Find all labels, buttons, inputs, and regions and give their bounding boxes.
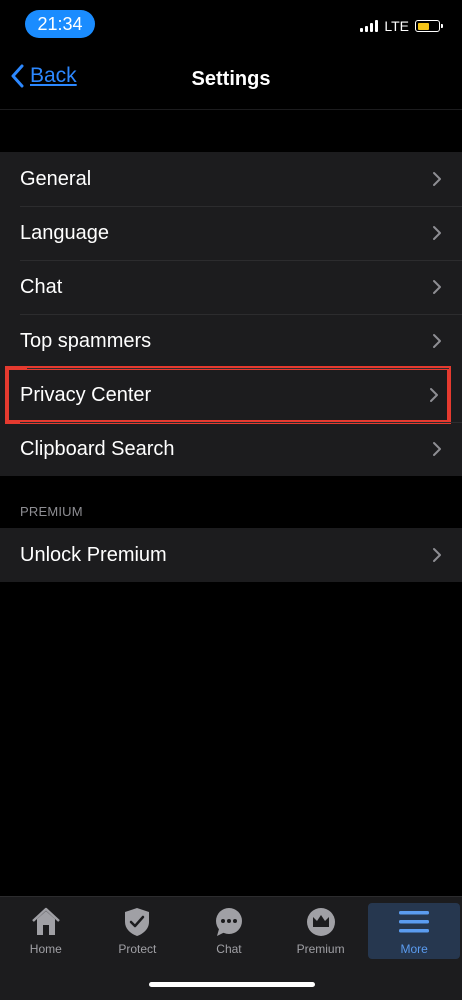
chevron-right-icon (433, 226, 441, 240)
settings-item-label: Unlock Premium (20, 543, 167, 566)
settings-item-label: Clipboard Search (20, 437, 175, 460)
chat-bubble-icon (215, 908, 242, 936)
chevron-right-icon (433, 172, 441, 186)
page-title: Settings (191, 68, 271, 90)
chevron-right-icon (433, 442, 441, 456)
tab-label: More (400, 942, 428, 956)
network-type: LTE (384, 18, 409, 34)
status-time: 21:34 (25, 10, 95, 38)
status-bar: 21:34 LTE (0, 0, 462, 50)
tab-label: Chat (216, 942, 242, 956)
chevron-right-icon (430, 388, 438, 402)
settings-item-label: Top spammers (20, 329, 152, 352)
settings-item-label: Chat (20, 275, 63, 298)
crown-icon (306, 908, 335, 936)
settings-item-clipboard-search[interactable]: Clipboard Search (0, 422, 462, 476)
settings-item-chat[interactable]: Chat (0, 260, 462, 314)
navigation-bar: Back Settings (0, 50, 462, 110)
battery-icon (415, 20, 443, 32)
home-indicator[interactable] (149, 982, 315, 987)
tab-label: Home (29, 942, 62, 956)
settings-item-label: Language (20, 221, 109, 244)
tab-label: Protect (118, 942, 157, 956)
settings-item-unlock-premium[interactable]: Unlock Premium (0, 528, 462, 582)
tab-protect[interactable]: Protect (92, 897, 184, 959)
chevron-right-icon (433, 548, 441, 562)
tab-chat[interactable]: Chat (183, 897, 275, 959)
settings-list: General Language Chat Top spammers Priva… (0, 152, 462, 476)
cellular-signal-icon (360, 20, 379, 32)
premium-list: Unlock Premium (0, 528, 462, 582)
status-indicators: LTE (360, 18, 443, 34)
section-header-premium: PREMIUM (20, 504, 83, 519)
chevron-right-icon (433, 334, 441, 348)
shield-check-icon (125, 908, 150, 936)
tab-home[interactable]: Home (0, 897, 92, 959)
tab-premium[interactable]: Premium (275, 897, 367, 959)
tab-more[interactable]: More (368, 903, 460, 959)
settings-item-privacy-center[interactable]: Privacy Center (5, 366, 451, 424)
settings-item-top-spammers[interactable]: Top spammers (0, 314, 462, 368)
menu-lines-icon (399, 911, 430, 933)
settings-item-language[interactable]: Language (0, 206, 462, 260)
settings-item-label: Privacy Center (20, 383, 152, 406)
chevron-right-icon (433, 280, 441, 294)
house-icon (31, 907, 60, 935)
settings-item-label: General (20, 167, 92, 190)
settings-item-general[interactable]: General (0, 152, 462, 206)
tab-label: Premium (296, 942, 345, 956)
